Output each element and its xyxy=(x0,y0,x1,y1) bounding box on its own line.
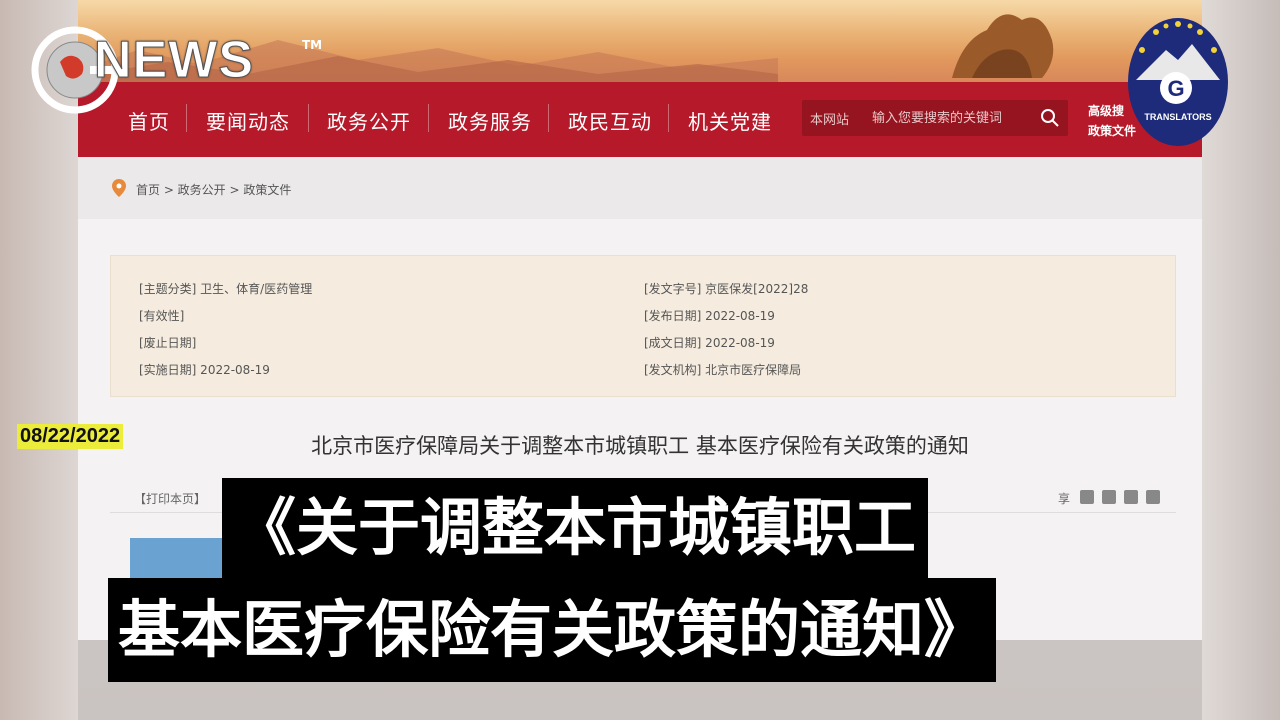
info-written-date: [成文日期] 2022-08-19 xyxy=(644,336,775,350)
info-doc-number: [发文字号] 京医保发[2022]28 xyxy=(644,282,809,296)
subtitle-line-2: 基本医疗保险有关政策的通知》 xyxy=(108,578,997,682)
badge-letter: G xyxy=(1167,76,1184,101)
share-qzone-icon[interactable] xyxy=(1102,490,1116,504)
location-pin-icon xyxy=(112,179,126,197)
date-tag: 08/22/2022 xyxy=(17,424,124,449)
nav-separator xyxy=(428,104,429,132)
nav-government-affairs[interactable]: 政务公开 xyxy=(327,106,411,135)
info-issuer: [发文机构] 北京市医疗保障局 xyxy=(644,363,802,377)
g-translators-badge-icon: G TRANSLATORS xyxy=(1128,18,1228,146)
info-repeal-date: [废止日期] xyxy=(139,336,197,350)
search-input[interactable] xyxy=(872,106,1032,130)
nav-interaction[interactable]: 政民互动 xyxy=(568,106,652,135)
nav-home[interactable]: 首页 xyxy=(128,106,170,135)
info-topic: [主题分类] 卫生、体育/医药管理 xyxy=(139,282,313,296)
nav-separator xyxy=(668,104,669,132)
search-icon[interactable] xyxy=(1040,108,1060,128)
gnews-logo-text: NEWS xyxy=(94,31,254,90)
trademark-symbol: TM xyxy=(302,38,323,52)
document-info-box: [主题分类] 卫生、体育/医药管理 [有效性] [废止日期] [实施日期] 20… xyxy=(110,255,1176,397)
share-wechat-icon[interactable] xyxy=(1124,490,1138,504)
main-nav: 首页 要闻动态 政务公开 政务服务 政民互动 机关党建 本网站 高级搜 政策文件 xyxy=(78,82,1202,157)
search-box: 本网站 xyxy=(802,100,1068,136)
share-weibo-icon[interactable] xyxy=(1080,490,1094,504)
share-qq-icon[interactable] xyxy=(1146,490,1160,504)
nav-separator xyxy=(186,104,187,132)
sculpture-icon xyxy=(952,14,1054,78)
share-label: 享 xyxy=(1058,492,1071,506)
nav-services[interactable]: 政务服务 xyxy=(448,106,532,135)
subtitle-line-1: 《关于调整本市城镇职工 xyxy=(222,478,929,578)
info-effective-date: [实施日期] 2022-08-19 xyxy=(139,363,270,377)
nav-news[interactable]: 要闻动态 xyxy=(206,106,290,135)
badge-label: TRANSLATORS xyxy=(1144,112,1211,122)
nav-separator xyxy=(308,104,309,132)
info-validity: [有效性] xyxy=(139,309,185,323)
breadcrumb-bar: 首页 > 政务公开 > 政策文件 xyxy=(78,157,1202,219)
print-link[interactable]: 【打印本页】 xyxy=(134,490,206,507)
nav-party-building[interactable]: 机关党建 xyxy=(688,106,772,135)
nav-separator xyxy=(548,104,549,132)
advanced-search-link[interactable]: 高级搜 xyxy=(1088,102,1124,119)
document-title: 北京市医疗保障局关于调整本市城镇职工 基本医疗保险有关政策的通知 xyxy=(311,434,969,458)
info-publish-date: [发布日期] 2022-08-19 xyxy=(644,309,775,323)
search-scope[interactable]: 本网站 xyxy=(810,109,849,128)
breadcrumb[interactable]: 首页 > 政务公开 > 政策文件 xyxy=(136,181,291,198)
